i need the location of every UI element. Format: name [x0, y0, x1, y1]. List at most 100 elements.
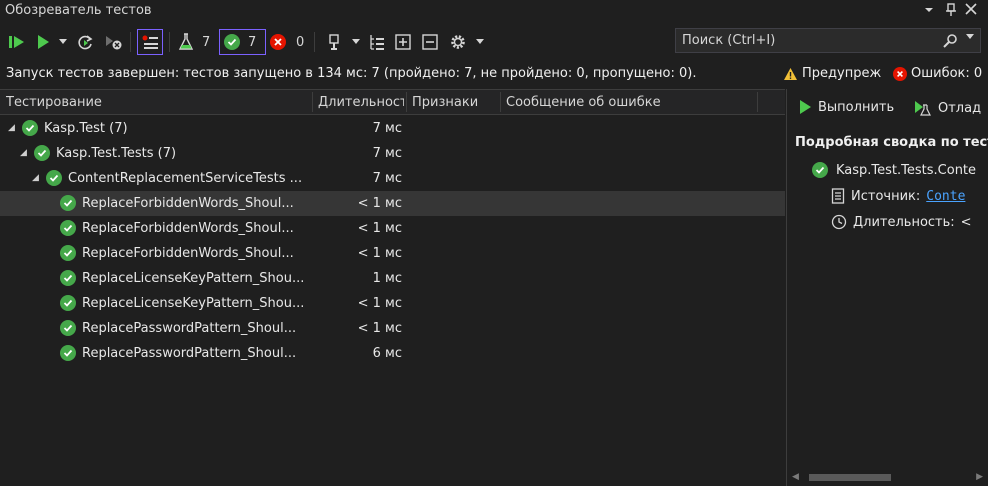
test-grid-header: Тестирование Длительност Признаки Сообще… [0, 89, 785, 115]
clock-icon [831, 214, 847, 230]
passed-icon [34, 145, 50, 161]
run-tests-button[interactable] [36, 32, 50, 52]
all-tests-filter[interactable]: 7 [178, 32, 210, 52]
test-duration: < 1 мс [357, 221, 402, 236]
test-duration: < 1 мс [357, 321, 402, 336]
test-name: ReplaceLicenseKeyPattern_Shou... [82, 270, 305, 286]
expand-triangle-icon[interactable]: ◢ [20, 148, 30, 158]
repeat-last-run-icon[interactable] [76, 32, 94, 52]
source-link[interactable]: Conte [926, 189, 965, 204]
failed-count: 0 [296, 34, 305, 50]
warnings-indicator[interactable]: Предупреж [783, 66, 881, 81]
scroll-left-icon[interactable]: ◀ [792, 472, 799, 482]
errors-label: Ошибок: 0 [911, 66, 983, 81]
warning-icon [784, 67, 797, 80]
window-titlebar: Обозреватель тестов [0, 0, 988, 24]
test-name: ReplaceLicenseKeyPattern_Shou... [82, 295, 305, 311]
selected-test-name: Kasp.Test.Tests.Conte [836, 162, 977, 178]
passed-count: 7 [248, 34, 257, 50]
scroll-right-icon[interactable]: ▶ [976, 472, 983, 482]
test-duration: 6 мс [372, 346, 402, 361]
pin-icon[interactable] [942, 3, 960, 21]
test-row[interactable]: ReplaceLicenseKeyPattern_Shou... 1 мс [0, 266, 785, 291]
all-tests-count: 7 [202, 34, 211, 50]
run-status-bar: Запуск тестов завершен: тестов запущено … [0, 60, 988, 88]
passed-tests-filter[interactable]: 7 [219, 29, 266, 55]
detail-horizontal-scrollbar[interactable]: ◀ ▶ [787, 468, 988, 486]
test-row[interactable]: ◢ Kasp.Test.Tests (7) 7 мс [0, 141, 785, 166]
play-icon [800, 100, 811, 114]
column-header-test[interactable]: Тестирование [6, 95, 306, 110]
expand-triangle-icon[interactable]: ◢ [32, 173, 42, 183]
warnings-label: Предупреж [802, 66, 882, 81]
close-icon[interactable] [962, 3, 980, 21]
passed-icon [60, 320, 76, 336]
test-name: Kasp.Test.Tests [56, 145, 154, 161]
run-button[interactable]: Выполнить [798, 99, 894, 115]
failed-tests-filter[interactable]: 0 [270, 32, 304, 52]
duration-label: Длительность: [853, 214, 955, 230]
passed-icon [60, 220, 76, 236]
debug-button[interactable]: Отлад [914, 99, 981, 117]
test-duration: 7 мс [372, 171, 402, 186]
search-placeholder: Поиск (Ctrl+I) [682, 33, 776, 48]
test-duration: < 1 мс [357, 296, 402, 311]
passed-icon [60, 195, 76, 211]
test-row[interactable]: ReplaceForbiddenWords_Shoul... < 1 мс [0, 241, 785, 266]
document-icon [831, 188, 845, 204]
column-header-traits[interactable]: Признаки [412, 95, 498, 110]
debug-icon [915, 101, 931, 116]
passed-icon [22, 120, 38, 136]
test-name: ContentReplacementServiceTests ... [68, 170, 303, 186]
test-row[interactable]: ReplaceLicenseKeyPattern_Shou... < 1 мс [0, 291, 785, 316]
run-all-tests-button[interactable] [8, 32, 26, 52]
source-line: Источник: Conte [831, 188, 965, 204]
hierarchy-view-icon[interactable] [368, 32, 386, 52]
column-header-duration[interactable]: Длительност [318, 95, 404, 110]
settings-gear-icon[interactable] [449, 32, 467, 52]
test-duration: < 1 мс [357, 196, 402, 211]
search-icon[interactable] [942, 33, 958, 53]
expand-triangle-icon[interactable]: ◢ [8, 123, 18, 133]
column-header-error-message[interactable]: Сообщение об ошибке [506, 95, 756, 110]
cancel-run-icon[interactable] [104, 32, 122, 52]
passed-icon [60, 270, 76, 286]
duration-value: < [960, 214, 972, 230]
test-name: Kasp.Test [44, 120, 106, 136]
test-row[interactable]: ReplaceForbiddenWords_Shoul... < 1 мс [0, 216, 785, 241]
test-row[interactable]: ReplacePasswordPattern_Shoul... 6 мс [0, 341, 785, 366]
passed-icon [60, 345, 76, 361]
collapse-all-icon[interactable] [421, 32, 439, 52]
search-input[interactable]: Поиск (Ctrl+I) [675, 28, 981, 53]
source-label: Источник: [851, 188, 921, 204]
test-row[interactable]: ◢ ContentReplacementServiceTests ... 7 м… [0, 166, 785, 191]
selected-test-line: Kasp.Test.Tests.Conte [812, 162, 976, 178]
test-duration: < 1 мс [357, 246, 402, 261]
window-menu-dropdown-icon[interactable] [920, 3, 938, 21]
passed-icon [224, 34, 240, 50]
settings-dropdown-icon[interactable] [476, 32, 484, 52]
playlist-icon[interactable] [327, 32, 345, 52]
test-duration: 1 мс [372, 271, 402, 286]
run-label: Выполнить [818, 99, 895, 115]
test-row[interactable]: ReplaceForbiddenWords_Shoul... < 1 мс [0, 191, 785, 216]
search-dropdown-icon[interactable] [966, 33, 974, 43]
test-name: ReplaceForbiddenWords_Shoul... [82, 220, 294, 236]
run-dropdown-icon[interactable] [59, 32, 67, 52]
test-name: ReplaceForbiddenWords_Shoul... [82, 245, 294, 261]
scrollbar-thumb[interactable] [809, 474, 891, 481]
failed-icon [270, 34, 286, 50]
test-duration: 7 мс [372, 146, 402, 161]
test-count: (7) [157, 145, 177, 161]
window-title: Обозреватель тестов [5, 3, 152, 18]
expand-all-icon[interactable] [394, 32, 412, 52]
test-row[interactable]: ReplacePasswordPattern_Shoul... < 1 мс [0, 316, 785, 341]
playlist-dropdown-icon[interactable] [352, 32, 360, 52]
passed-icon [60, 245, 76, 261]
group-by-button[interactable] [137, 29, 163, 55]
errors-indicator[interactable]: Ошибок: 0 [893, 66, 982, 81]
test-detail-panel: Выполнить Отлад Подробная сводка по тест… [787, 89, 988, 486]
passed-icon [46, 170, 62, 186]
test-row[interactable]: ◢ Kasp.Test (7) 7 мс [0, 116, 785, 141]
summary-title: Подробная сводка по тесту [795, 135, 988, 150]
